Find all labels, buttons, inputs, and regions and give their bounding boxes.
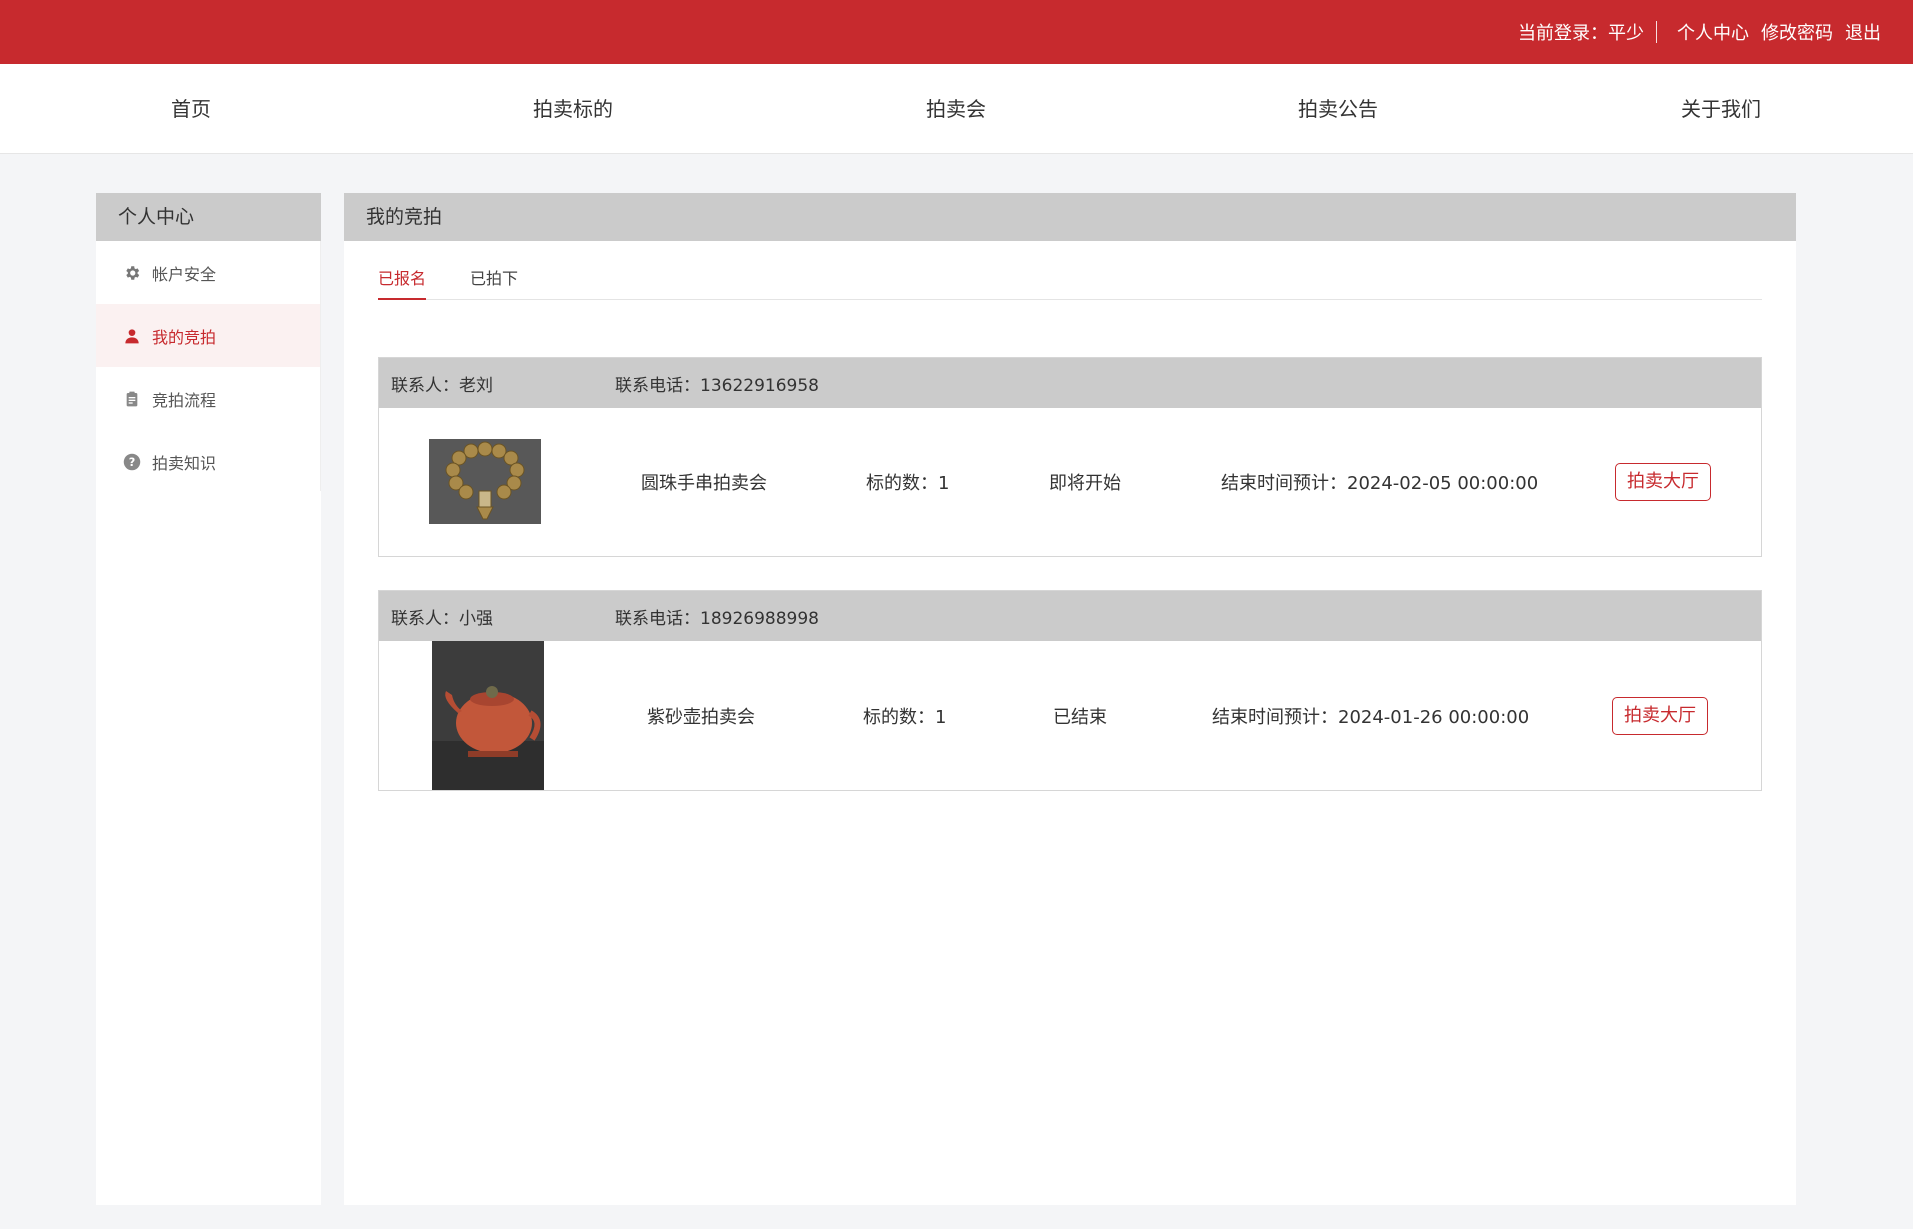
sidebar-item-label: 我的竞拍 (152, 327, 217, 347)
contact-name: 联系人：小强 (391, 608, 493, 629)
main-panel: 我的竞拍 已报名 已拍下 联系人：老刘 联系电话：13622916958 圆珠手… (344, 193, 1796, 1205)
bead-bracelet-image (429, 439, 541, 524)
lot-count: 标的数：1 (863, 706, 947, 728)
nav-about-us[interactable]: 关于我们 (1681, 64, 1761, 154)
contact-phone: 联系电话：13622916958 (615, 375, 819, 396)
lot-count: 标的数：1 (866, 473, 950, 494)
tab-registered[interactable]: 已报名 (378, 265, 427, 300)
auction-name: 圆珠手串拍卖会 (641, 473, 767, 494)
card-body: 圆珠手串拍卖会 标的数：1 即将开始 结束时间预计：2024-02-05 00:… (379, 408, 1761, 556)
svg-text:?: ? (129, 455, 136, 468)
top-bar: 当前登录：平少 个人中心 修改密码 退出 (0, 0, 1913, 64)
card-body: 紫砂壶拍卖会 标的数：1 已结束 结束时间预计：2024-01-26 00:00… (379, 641, 1761, 790)
divider (1656, 21, 1657, 43)
nav-home[interactable]: 首页 (171, 64, 211, 154)
current-user-label: 当前登录：平少 (1518, 23, 1644, 44)
question-icon: ? (122, 452, 142, 472)
sidebar-item-label: 帐户安全 (152, 264, 217, 284)
contact-phone: 联系电话：18926988998 (615, 608, 819, 629)
clipboard-icon (122, 389, 142, 409)
auction-status: 即将开始 (1049, 473, 1121, 494)
sidebar-item-label: 拍卖知识 (152, 453, 217, 473)
teapot-image (432, 641, 544, 790)
login-info: 当前登录：平少 (1518, 19, 1677, 45)
bid-record-card: 联系人：老刘 联系电话：13622916958 圆珠手串拍卖会 标的数：1 即将… (378, 357, 1762, 557)
panel-title: 我的竞拍 (344, 193, 1796, 241)
auction-name: 紫砂壶拍卖会 (647, 706, 755, 728)
nav-auction-lots[interactable]: 拍卖标的 (533, 64, 613, 154)
card-header: 联系人：老刘 联系电话：13622916958 (379, 358, 1761, 408)
main-nav: 首页 拍卖标的 拍卖会 拍卖公告 关于我们 (0, 64, 1913, 154)
end-time: 结束时间预计：2024-01-26 00:00:00 (1212, 706, 1530, 728)
nav-announcements[interactable]: 拍卖公告 (1298, 64, 1378, 154)
bid-record-card: 联系人：小强 联系电话：18926988998 紫砂壶拍卖会 标的数：1 已结束 (378, 590, 1762, 791)
lot-thumbnail[interactable] (432, 641, 544, 790)
sidebar-item-account-security[interactable]: 帐户安全 (96, 241, 320, 304)
sidebar-item-bid-process[interactable]: 竞拍流程 (96, 367, 320, 430)
sidebar-menu: 帐户安全 我的竞拍 竞拍流程 ? 拍卖知识 (96, 241, 321, 491)
auction-hall-button[interactable]: 拍卖大厅 (1612, 696, 1708, 735)
sidebar-title: 个人中心 (96, 193, 321, 241)
sidebar: 个人中心 帐户安全 我的竞拍 竞拍流程 ? 拍卖知识 (96, 193, 321, 1205)
end-time: 结束时间预计：2024-02-05 00:00:00 (1221, 473, 1539, 494)
tab-won[interactable]: 已拍下 (470, 265, 518, 300)
gear-icon (122, 263, 142, 283)
sidebar-item-auction-knowledge[interactable]: ? 拍卖知识 (96, 430, 320, 493)
card-header: 联系人：小强 联系电话：18926988998 (379, 591, 1761, 641)
sidebar-item-my-bids[interactable]: 我的竞拍 (96, 304, 320, 367)
auction-status: 已结束 (1053, 706, 1107, 728)
lot-thumbnail[interactable] (429, 439, 541, 524)
nav-auctions[interactable]: 拍卖会 (926, 64, 986, 154)
user-icon (122, 326, 142, 346)
sidebar-item-label: 竞拍流程 (152, 390, 217, 410)
tab-bar: 已报名 已拍下 (378, 265, 1762, 300)
personal-center-link[interactable]: 个人中心 (1677, 19, 1749, 45)
auction-hall-button[interactable]: 拍卖大厅 (1615, 463, 1711, 501)
logout-link[interactable]: 退出 (1845, 19, 1881, 45)
change-password-link[interactable]: 修改密码 (1761, 19, 1833, 45)
contact-name: 联系人：老刘 (391, 375, 493, 396)
